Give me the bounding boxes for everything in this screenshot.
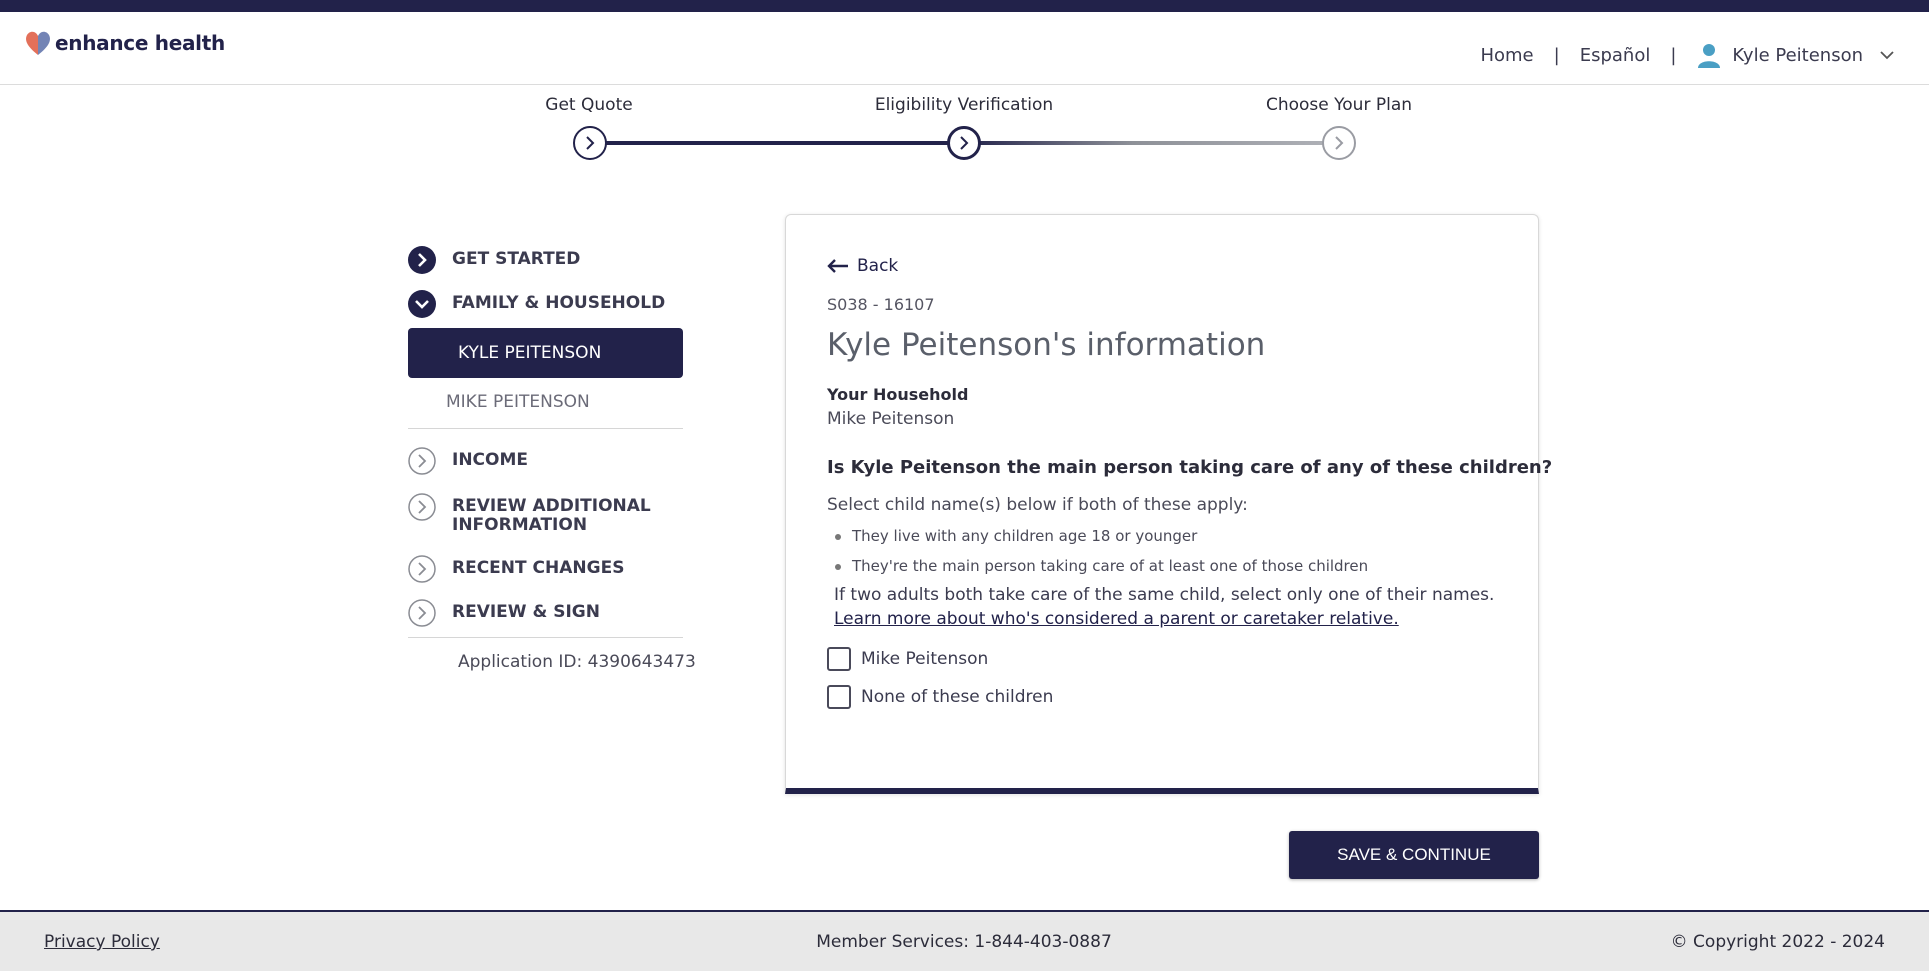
option-label: None of these children bbox=[861, 687, 1054, 707]
site-header: enhance health Home | Español | Kyle Pei… bbox=[0, 12, 1929, 85]
sidebar-item-family-household[interactable]: FAMILY & HOUSEHOLD bbox=[408, 290, 665, 318]
checkbox[interactable] bbox=[827, 647, 851, 671]
top-accent-bar bbox=[0, 0, 1929, 12]
checkbox[interactable] bbox=[827, 685, 851, 709]
sidebar-item-review-additional[interactable]: REVIEW ADDITIONAL INFORMATION bbox=[408, 493, 652, 535]
sidebar-item-label: INCOME bbox=[452, 450, 529, 470]
chevron-down-icon[interactable] bbox=[1879, 47, 1895, 63]
learn-more-link[interactable]: Learn more about who's considered a pare… bbox=[834, 609, 1399, 629]
chevron-down-filled-icon bbox=[408, 290, 436, 318]
step-connector-complete bbox=[590, 141, 964, 145]
option-label: Mike Peitenson bbox=[861, 649, 989, 669]
nav-user-name[interactable]: Kyle Peitenson bbox=[1732, 45, 1863, 66]
user-icon[interactable] bbox=[1696, 42, 1722, 68]
nav-separator: | bbox=[1670, 44, 1677, 66]
step-circle-get-quote[interactable] bbox=[573, 126, 607, 160]
step-label-choose-plan: Choose Your Plan bbox=[1265, 95, 1413, 115]
chevron-right-icon bbox=[1335, 136, 1344, 150]
save-continue-button[interactable]: SAVE & CONTINUE bbox=[1289, 831, 1539, 879]
chevron-right-outline-icon bbox=[408, 599, 436, 627]
heart-logo-icon bbox=[26, 31, 50, 55]
chevron-right-outline-icon bbox=[408, 447, 436, 475]
sidebar-item-review-sign[interactable]: REVIEW & SIGN bbox=[408, 599, 600, 627]
step-label-eligibility: Eligibility Verification bbox=[874, 95, 1054, 115]
case-id: S038 - 16107 bbox=[827, 295, 935, 314]
sidebar-subitem-kyle-peitenson[interactable]: KYLE PEITENSON bbox=[408, 328, 683, 378]
nav-language-link[interactable]: Español bbox=[1580, 45, 1651, 66]
page-title: Kyle Peitenson's information bbox=[827, 327, 1266, 363]
option-mike-peitenson[interactable]: Mike Peitenson bbox=[827, 647, 988, 671]
step-label-get-quote: Get Quote bbox=[545, 95, 633, 115]
sidebar-item-label: RECENT CHANGES bbox=[452, 558, 625, 578]
arrow-left-icon bbox=[827, 259, 848, 273]
sidebar-item-label: FAMILY & HOUSEHOLD bbox=[452, 293, 666, 313]
option-none-of-these[interactable]: None of these children bbox=[827, 685, 1053, 709]
household-member: Mike Peitenson bbox=[827, 409, 955, 429]
caretaker-question: Is Kyle Peitenson the main person taking… bbox=[827, 457, 1553, 478]
nav-home-link[interactable]: Home bbox=[1480, 45, 1533, 66]
sidebar-item-recent-changes[interactable]: RECENT CHANGES bbox=[408, 555, 624, 583]
back-link[interactable]: Back bbox=[827, 256, 898, 276]
household-label: Your Household bbox=[827, 385, 969, 404]
site-footer: Privacy Policy Member Services: 1-844-40… bbox=[0, 910, 1929, 971]
sidebar-subitem-mike-peitenson[interactable]: MIKE PEITENSON bbox=[446, 392, 590, 412]
brand-logo[interactable]: enhance health bbox=[24, 30, 225, 56]
member-services: Member Services: 1-844-403-0887 bbox=[816, 932, 1112, 952]
step-circle-choose-plan[interactable] bbox=[1322, 126, 1356, 160]
sidebar-divider bbox=[408, 637, 683, 638]
instructions: Select child name(s) below if both of th… bbox=[827, 495, 1248, 515]
chevron-right-icon bbox=[586, 136, 595, 150]
caretaker-note: If two adults both take care of the same… bbox=[834, 585, 1495, 605]
criteria-bullet: They're the main person taking care of a… bbox=[834, 557, 1369, 575]
nav-separator: | bbox=[1553, 44, 1560, 66]
chevron-right-outline-icon bbox=[408, 555, 436, 583]
household-info-card: Back S038 - 16107 Kyle Peitenson's infor… bbox=[785, 214, 1552, 794]
sidebar-item-get-started[interactable]: GET STARTED bbox=[408, 246, 580, 274]
privacy-policy-link[interactable]: Privacy Policy bbox=[44, 932, 160, 952]
sidebar-item-income[interactable]: INCOME bbox=[408, 447, 528, 475]
sidebar-divider bbox=[408, 428, 683, 429]
top-nav: Home | Español | Kyle Peitenson bbox=[1480, 42, 1895, 68]
sidebar-item-label: GET STARTED bbox=[452, 249, 581, 269]
step-connector-upcoming bbox=[964, 141, 1339, 145]
copyright: © Copyright 2022 - 2024 bbox=[1670, 932, 1885, 952]
chevron-right-filled-icon bbox=[408, 246, 436, 274]
criteria-bullet: They live with any children age 18 or yo… bbox=[834, 527, 1198, 545]
chevron-right-icon bbox=[960, 136, 969, 150]
chevron-right-outline-icon bbox=[408, 493, 436, 521]
sidebar-item-label: REVIEW & SIGN bbox=[452, 602, 600, 622]
application-id: Application ID: 4390643473 bbox=[458, 652, 696, 672]
back-label: Back bbox=[857, 256, 899, 276]
sidebar-item-label: REVIEW ADDITIONAL INFORMATION bbox=[452, 496, 651, 535]
step-circle-eligibility[interactable] bbox=[947, 126, 981, 160]
brand-name: enhance health bbox=[55, 31, 225, 55]
